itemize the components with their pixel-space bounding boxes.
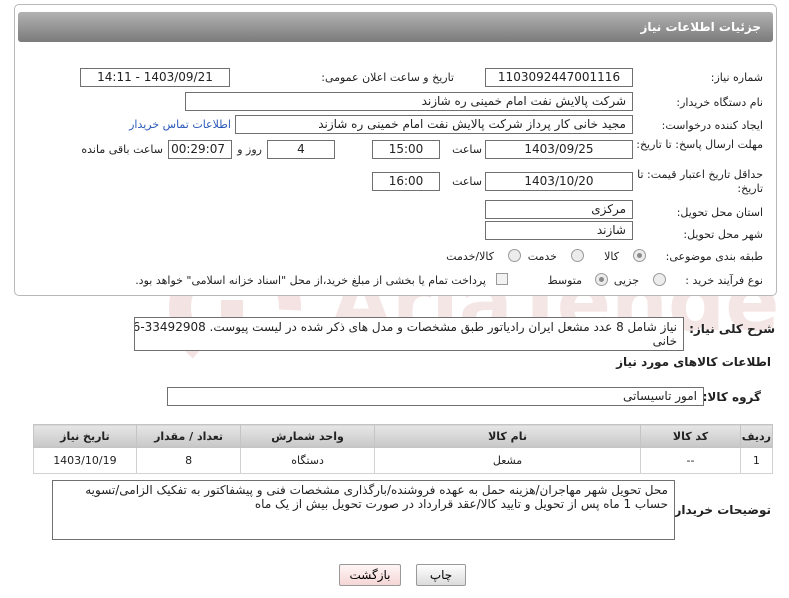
category-service-label: خدمت	[527, 250, 557, 263]
buyer-org-label: نام دستگاه خریدار:	[676, 96, 763, 109]
reply-deadline-label: مهلت ارسال پاسخ: تا تاریخ:	[636, 138, 763, 151]
treasury-note: پرداخت تمام یا بخشی از مبلغ خرید،از محل …	[135, 274, 486, 287]
purchase-partial-label: جزیی	[613, 274, 639, 287]
category-goods-service-label: کالا/خدمت	[446, 250, 494, 263]
validity-time-label: ساعت	[452, 175, 482, 188]
col-unit-header: واحد شمارش	[240, 424, 375, 448]
province-label: استان محل تحویل:	[676, 206, 763, 219]
cell-row: 1	[739, 447, 774, 474]
col-date-header: تاریخ نیاز	[33, 424, 137, 448]
goods-group-label: گروه کالا:	[702, 390, 761, 404]
validity-time-field[interactable]: 16:00	[372, 172, 440, 191]
price-validity-label: حداقل تاریخ اعتبار قیمت: تا تاریخ:	[637, 168, 763, 195]
page-title: جزئیات اطلاعات نیاز	[18, 12, 773, 42]
goods-table: ردیف کد کالا نام کالا واحد شمارش تعداد /…	[33, 424, 774, 474]
purchase-medium-label: متوسط	[547, 274, 582, 287]
col-row-header: ردیف	[739, 424, 774, 448]
reply-date-field[interactable]: 1403/09/25	[485, 140, 633, 159]
buyer-notes-label: توضیحات خریدار:	[669, 503, 771, 517]
table-row[interactable]: 1 -- مشعل دستگاه 8 1403/10/19	[33, 447, 774, 474]
province-field[interactable]: مرکزی	[485, 200, 633, 219]
requester-label: ایجاد کننده درخواست:	[661, 119, 763, 132]
need-number-label: شماره نیاز:	[710, 71, 763, 84]
treasury-checkbox[interactable]	[496, 273, 508, 285]
reply-time-field[interactable]: 15:00	[372, 140, 440, 159]
back-button[interactable]: بازگشت	[339, 564, 401, 586]
purchase-type-label: نوع فرآیند خرید :	[685, 274, 763, 287]
hours-left-label: ساعت باقی مانده	[81, 143, 163, 156]
col-qty-header: تعداد / مقدار	[135, 424, 242, 448]
cell-code: --	[640, 447, 741, 474]
col-name-header: نام کالا	[373, 424, 642, 448]
print-button[interactable]: چاپ	[416, 564, 466, 586]
announce-datetime-field[interactable]: 1403/09/21 - 14:11	[80, 68, 230, 87]
requester-field[interactable]: مجید خانی کار پرداز شرکت پالایش نفت امام…	[235, 115, 633, 134]
day-and-label: روز و	[237, 143, 262, 156]
announce-datetime-label: تاریخ و ساعت اعلان عمومی:	[321, 71, 454, 84]
city-label: شهر محل تحویل:	[683, 228, 763, 241]
days-left-field[interactable]: 4	[267, 140, 335, 159]
remaining-time-field[interactable]: 00:29:07	[168, 140, 232, 159]
goods-group-field[interactable]: امور تاسیساتی	[167, 387, 704, 406]
cell-name: مشعل	[373, 447, 642, 474]
cell-unit: دستگاه	[240, 447, 375, 474]
cell-qty: 8	[135, 447, 242, 474]
purchase-medium-radio[interactable]	[595, 273, 608, 286]
general-desc-line2: خانی	[652, 334, 677, 348]
category-goods-label: کالا	[604, 250, 619, 263]
category-label: طبقه بندی موضوعی:	[665, 250, 763, 263]
reply-time-label: ساعت	[452, 143, 482, 156]
cell-date: 1403/10/19	[33, 447, 137, 474]
buyer-contact-link[interactable]: اطلاعات تماس خریدار	[129, 118, 231, 131]
city-field[interactable]: شازند	[485, 221, 633, 240]
general-desc-label: شرح کلی نیاز:	[689, 322, 775, 336]
buyer-notes-field[interactable]: محل تحویل شهر مهاجران/هزینه حمل به عهده …	[52, 480, 675, 540]
goods-info-heading: اطلاعات کالاهای مورد نیاز	[616, 355, 771, 369]
general-desc-line1: نیاز شامل 8 عدد مشعل ایران رادیاتور طبق …	[135, 320, 677, 334]
col-code-header: کد کالا	[640, 424, 741, 448]
category-service-radio[interactable]	[571, 249, 584, 262]
general-desc-field[interactable]: نیاز شامل 8 عدد مشعل ایران رادیاتور طبق …	[134, 317, 684, 351]
category-goods-service-radio[interactable]	[508, 249, 521, 262]
validity-date-field[interactable]: 1403/10/20	[485, 172, 633, 191]
table-header-row: ردیف کد کالا نام کالا واحد شمارش تعداد /…	[33, 424, 774, 448]
buyer-org-field[interactable]: شرکت پالایش نفت امام خمینی ره شازند	[185, 92, 633, 111]
purchase-partial-radio[interactable]	[653, 273, 666, 286]
category-goods-radio[interactable]	[633, 249, 646, 262]
need-number-field[interactable]: 1103092447001116	[485, 68, 633, 87]
